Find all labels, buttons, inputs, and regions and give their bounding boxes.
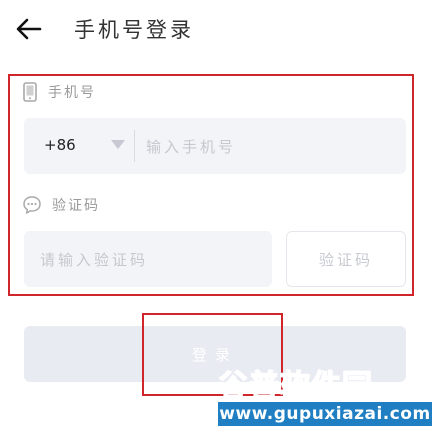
phone-label-row: 手机号 (22, 80, 96, 104)
code-input[interactable] (38, 231, 270, 289)
code-label: 验证码 (52, 198, 100, 214)
chat-bubble-icon (23, 196, 41, 214)
phone-label: 手机号 (48, 85, 96, 101)
field-divider (134, 130, 135, 162)
watermark-name-part1: 谷普 (217, 368, 280, 405)
arrow-left-icon (16, 18, 42, 40)
country-code[interactable]: +86 (44, 136, 76, 154)
watermark-logo: 谷普 软件园 www.gupuxiazai.com (217, 364, 432, 426)
phone-input[interactable] (144, 118, 398, 176)
phone-icon (23, 82, 37, 102)
watermark-name-part2: 软件园 (279, 368, 373, 405)
header: 手机号登录 (0, 0, 438, 56)
country-code-dropdown-icon[interactable] (111, 140, 125, 149)
get-code-button[interactable]: 验证码 (286, 231, 406, 287)
page-title: 手机号登录 (74, 18, 194, 42)
code-label-row: 验证码 (22, 193, 100, 217)
back-button[interactable] (14, 14, 44, 44)
phone-field: +86 (24, 118, 406, 176)
code-field (24, 231, 272, 289)
watermark-url: www.gupuxiazai.com (218, 402, 432, 426)
